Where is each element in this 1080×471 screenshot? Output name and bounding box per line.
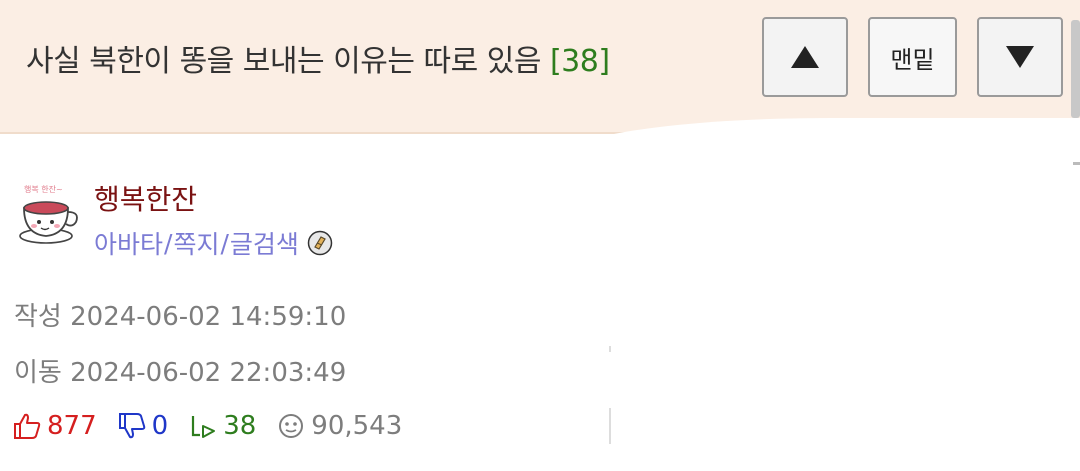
thumbs-up-icon [14, 413, 41, 439]
reply-stat[interactable]: 38 [188, 411, 256, 441]
message-link[interactable]: 쪽지 [173, 225, 219, 261]
reply-count: 38 [223, 411, 257, 441]
written-label: 작성 [14, 302, 62, 332]
post-header: 사실 북한이 똥을 보내는 이유는 따로 있음 [38] 맨밑 [0, 0, 1080, 134]
post-title-text: 사실 북한이 똥을 보내는 이유는 따로 있음 [26, 44, 541, 79]
view-count: 90,543 [311, 411, 403, 441]
comment-count[interactable]: [38] [550, 44, 610, 79]
like-count: 877 [47, 411, 97, 441]
dislike-stat[interactable]: 0 [117, 411, 169, 441]
author-links: 아바타 / 쪽지 / 글검색 [94, 225, 333, 261]
like-stat[interactable]: 877 [12, 411, 97, 441]
divider-line [609, 408, 611, 444]
reply-arrow-icon [192, 416, 216, 438]
triangle-up-icon [791, 46, 819, 68]
triangle-down-icon [1006, 46, 1034, 68]
view-stat: 90,543 [276, 411, 402, 441]
written-time-row: 작성 2024-06-02 14:59:10 [14, 296, 346, 333]
go-bottom-button[interactable]: 맨밑 [868, 17, 957, 97]
thumbs-down-icon [118, 413, 145, 439]
post-search-link[interactable]: 글검색 [230, 225, 299, 261]
svg-text:행복 한잔~: 행복 한잔~ [24, 184, 63, 194]
dislike-count: 0 [151, 411, 169, 441]
post-title: 사실 북한이 똥을 보내는 이유는 따로 있음 [38] [26, 36, 610, 80]
eye-icon [279, 414, 304, 438]
link-separator: / [220, 228, 229, 258]
scroll-down-button[interactable] [977, 17, 1063, 97]
divider-line [609, 346, 611, 352]
avatar-link[interactable]: 아바타 [94, 225, 163, 261]
post-stats: 877 0 38 90,543 [12, 408, 422, 444]
link-separator: / [164, 228, 173, 258]
moved-label: 이동 [14, 358, 62, 388]
level-badge-icon [307, 230, 333, 256]
scrollbar-thumb[interactable] [1071, 20, 1080, 118]
written-time: 2024-06-02 14:59:10 [70, 302, 347, 332]
author-nickname[interactable]: 행복한잔 [94, 178, 197, 218]
teacup-avatar-icon[interactable]: 행복 한잔~ [14, 178, 82, 250]
scroll-up-button[interactable] [762, 17, 848, 97]
moved-time: 2024-06-02 22:03:49 [70, 358, 347, 388]
moved-time-row: 이동 2024-06-02 22:03:49 [14, 352, 346, 389]
scroll-marker [1073, 162, 1080, 165]
